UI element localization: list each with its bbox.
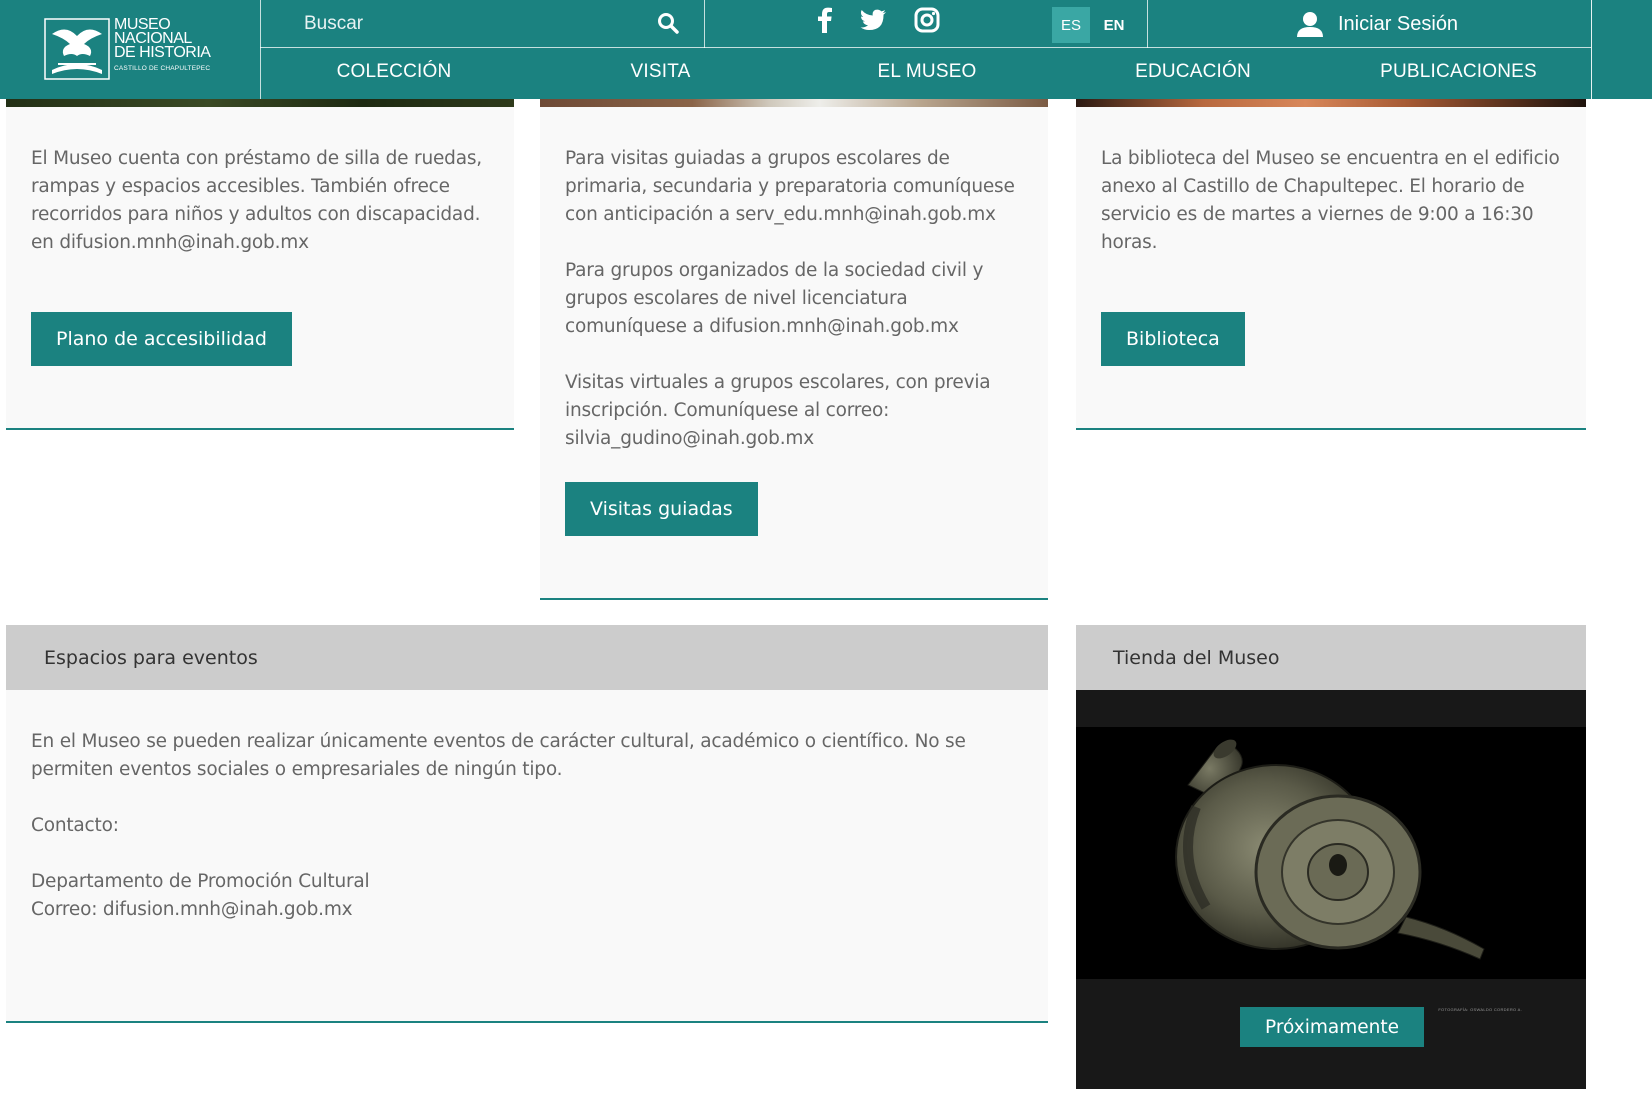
card-image [540,99,1048,107]
shop-product-image: FOTOGRAFÍA: OSWALDO CORDERO A. [1076,727,1586,1012]
twitter-icon[interactable] [860,6,888,34]
login-button[interactable]: Iniciar Sesión [1296,6,1458,42]
events-contact-label: Contacto: [31,815,119,836]
nav-educacion[interactable]: EDUCACIÓN [1060,48,1326,96]
nav-el-museo[interactable]: EL MUSEO [794,48,1060,96]
photo-credit: FOTOGRAFÍA: OSWALDO CORDERO A. [1438,1007,1522,1012]
accessibility-card: El Museo cuenta con préstamo de silla de… [6,107,514,430]
instagram-icon[interactable] [913,6,941,34]
eagle-logo-icon [44,18,110,80]
login-label: Iniciar Sesión [1338,12,1459,35]
guided-visits-card: Para visitas guiadas a grupos escolares … [540,107,1048,600]
events-header: Espacios para eventos [6,625,1048,690]
visits-paragraph: Para grupos organizados de la sociedad c… [565,260,984,337]
user-icon [1297,12,1323,37]
search-input[interactable] [262,4,662,44]
coming-soon-button[interactable]: Próximamente [1240,1007,1424,1047]
header-extension [1591,0,1652,99]
logo-line: DE HISTORIA [114,44,211,61]
nav-visita[interactable]: VISITA [527,48,794,96]
events-contact-email: Correo: difusion.mnh@inah.gob.mx [31,899,353,920]
museum-logo[interactable]: MUSEO NACIONAL DE HISTORIA CASTILLO DE C… [44,17,214,80]
logo-subtitle: CASTILLO DE CHAPULTEPEC [114,65,211,72]
facebook-icon[interactable] [811,6,839,34]
accessibility-text: El Museo cuenta con préstamo de silla de… [31,148,482,253]
library-text: La biblioteca del Museo se encuentra en … [1101,148,1560,253]
accessibility-map-button[interactable]: Plano de accesibilidad [31,312,292,366]
divider [1147,0,1148,48]
divider [704,0,705,48]
card-image [6,99,514,107]
nav-publicaciones[interactable]: PUBLICACIONES [1326,48,1591,96]
guided-visits-button[interactable]: Visitas guiadas [565,482,758,536]
antique-artifact-illustration [1175,739,1485,960]
search-icon[interactable] [656,11,680,35]
language-es-button[interactable]: ES [1052,7,1090,43]
events-card: En el Museo se pueden realizar únicament… [6,690,1048,1023]
card-image [1076,99,1586,107]
events-paragraph: En el Museo se pueden realizar únicament… [31,731,966,780]
shop-header: Tienda del Museo [1076,625,1586,690]
divider [1591,0,1592,99]
library-button[interactable]: Biblioteca [1101,312,1245,366]
library-card: La biblioteca del Museo se encuentra en … [1076,107,1586,430]
visits-paragraph: Para visitas guiadas a grupos escolares … [565,148,1015,225]
nav-coleccion[interactable]: COLECCIÓN [261,48,527,96]
visits-paragraph: Visitas virtuales a grupos escolares, co… [565,372,991,449]
language-en-button[interactable]: EN [1095,7,1133,43]
logo-text: MUSEO NACIONAL DE HISTORIA CASTILLO DE C… [114,17,211,73]
events-contact-department: Departamento de Promoción Cultural [31,871,370,892]
shop-card: FOTOGRAFÍA: OSWALDO CORDERO A. Próximame… [1076,690,1586,1089]
